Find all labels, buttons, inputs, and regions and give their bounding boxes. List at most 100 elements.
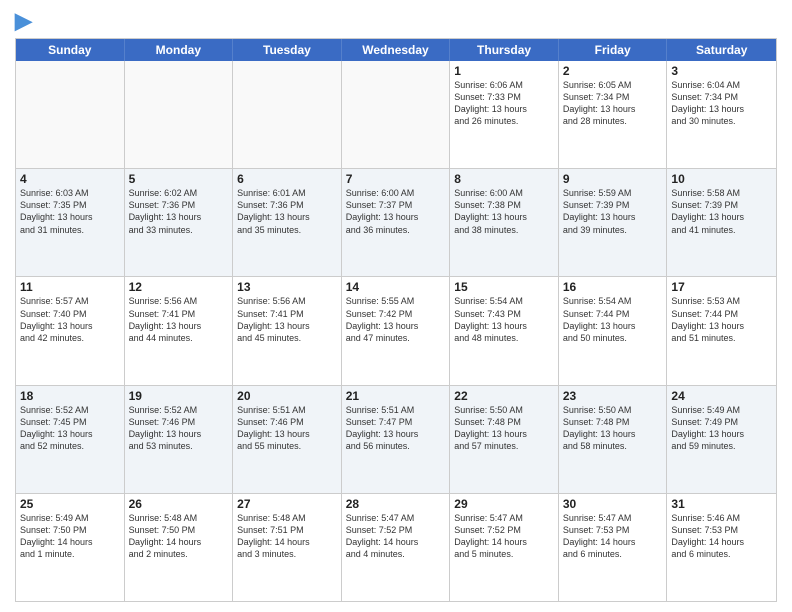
calendar-cell: 24Sunrise: 5:49 AM Sunset: 7:49 PM Dayli… xyxy=(667,386,776,493)
day-number: 20 xyxy=(237,389,337,403)
calendar-cell xyxy=(342,61,451,168)
calendar-cell: 23Sunrise: 5:50 AM Sunset: 7:48 PM Dayli… xyxy=(559,386,668,493)
weekday-header: Friday xyxy=(559,39,668,61)
day-info: Sunrise: 5:47 AM Sunset: 7:53 PM Dayligh… xyxy=(563,512,663,561)
day-number: 1 xyxy=(454,64,554,78)
calendar-cell: 14Sunrise: 5:55 AM Sunset: 7:42 PM Dayli… xyxy=(342,277,451,384)
calendar-row: 18Sunrise: 5:52 AM Sunset: 7:45 PM Dayli… xyxy=(16,385,776,493)
day-info: Sunrise: 6:06 AM Sunset: 7:33 PM Dayligh… xyxy=(454,79,554,128)
day-number: 28 xyxy=(346,497,446,511)
calendar-cell: 15Sunrise: 5:54 AM Sunset: 7:43 PM Dayli… xyxy=(450,277,559,384)
day-info: Sunrise: 5:53 AM Sunset: 7:44 PM Dayligh… xyxy=(671,295,772,344)
day-info: Sunrise: 5:50 AM Sunset: 7:48 PM Dayligh… xyxy=(563,404,663,453)
day-number: 18 xyxy=(20,389,120,403)
day-number: 9 xyxy=(563,172,663,186)
calendar-cell: 26Sunrise: 5:48 AM Sunset: 7:50 PM Dayli… xyxy=(125,494,234,601)
day-number: 5 xyxy=(129,172,229,186)
day-number: 14 xyxy=(346,280,446,294)
day-number: 27 xyxy=(237,497,337,511)
calendar-row: 11Sunrise: 5:57 AM Sunset: 7:40 PM Dayli… xyxy=(16,276,776,384)
calendar-cell: 9Sunrise: 5:59 AM Sunset: 7:39 PM Daylig… xyxy=(559,169,668,276)
day-info: Sunrise: 5:48 AM Sunset: 7:50 PM Dayligh… xyxy=(129,512,229,561)
day-info: Sunrise: 6:00 AM Sunset: 7:38 PM Dayligh… xyxy=(454,187,554,236)
day-info: Sunrise: 6:03 AM Sunset: 7:35 PM Dayligh… xyxy=(20,187,120,236)
day-info: Sunrise: 5:57 AM Sunset: 7:40 PM Dayligh… xyxy=(20,295,120,344)
day-info: Sunrise: 5:52 AM Sunset: 7:45 PM Dayligh… xyxy=(20,404,120,453)
day-number: 29 xyxy=(454,497,554,511)
calendar-cell: 29Sunrise: 5:47 AM Sunset: 7:52 PM Dayli… xyxy=(450,494,559,601)
day-info: Sunrise: 5:49 AM Sunset: 7:49 PM Dayligh… xyxy=(671,404,772,453)
page: ▶ SundayMondayTuesdayWednesdayThursdayFr… xyxy=(0,0,792,612)
calendar: SundayMondayTuesdayWednesdayThursdayFrid… xyxy=(15,38,777,602)
day-number: 24 xyxy=(671,389,772,403)
weekday-header: Thursday xyxy=(450,39,559,61)
calendar-cell xyxy=(16,61,125,168)
day-info: Sunrise: 5:54 AM Sunset: 7:43 PM Dayligh… xyxy=(454,295,554,344)
day-number: 21 xyxy=(346,389,446,403)
calendar-cell: 21Sunrise: 5:51 AM Sunset: 7:47 PM Dayli… xyxy=(342,386,451,493)
day-info: Sunrise: 5:56 AM Sunset: 7:41 PM Dayligh… xyxy=(237,295,337,344)
calendar-cell xyxy=(233,61,342,168)
calendar-cell: 16Sunrise: 5:54 AM Sunset: 7:44 PM Dayli… xyxy=(559,277,668,384)
day-info: Sunrise: 5:47 AM Sunset: 7:52 PM Dayligh… xyxy=(346,512,446,561)
day-info: Sunrise: 5:58 AM Sunset: 7:39 PM Dayligh… xyxy=(671,187,772,236)
calendar-cell: 19Sunrise: 5:52 AM Sunset: 7:46 PM Dayli… xyxy=(125,386,234,493)
day-number: 25 xyxy=(20,497,120,511)
day-number: 31 xyxy=(671,497,772,511)
day-number: 2 xyxy=(563,64,663,78)
day-number: 11 xyxy=(20,280,120,294)
calendar-cell: 22Sunrise: 5:50 AM Sunset: 7:48 PM Dayli… xyxy=(450,386,559,493)
weekday-header: Saturday xyxy=(667,39,776,61)
day-info: Sunrise: 6:04 AM Sunset: 7:34 PM Dayligh… xyxy=(671,79,772,128)
calendar-cell: 28Sunrise: 5:47 AM Sunset: 7:52 PM Dayli… xyxy=(342,494,451,601)
day-number: 19 xyxy=(129,389,229,403)
calendar-cell: 8Sunrise: 6:00 AM Sunset: 7:38 PM Daylig… xyxy=(450,169,559,276)
logo-text: ▶ xyxy=(15,10,32,32)
calendar-row: 1Sunrise: 6:06 AM Sunset: 7:33 PM Daylig… xyxy=(16,61,776,168)
calendar-row: 25Sunrise: 5:49 AM Sunset: 7:50 PM Dayli… xyxy=(16,493,776,601)
day-info: Sunrise: 6:05 AM Sunset: 7:34 PM Dayligh… xyxy=(563,79,663,128)
calendar-cell: 20Sunrise: 5:51 AM Sunset: 7:46 PM Dayli… xyxy=(233,386,342,493)
day-number: 8 xyxy=(454,172,554,186)
day-number: 26 xyxy=(129,497,229,511)
day-info: Sunrise: 5:51 AM Sunset: 7:46 PM Dayligh… xyxy=(237,404,337,453)
calendar-cell: 27Sunrise: 5:48 AM Sunset: 7:51 PM Dayli… xyxy=(233,494,342,601)
calendar-cell: 17Sunrise: 5:53 AM Sunset: 7:44 PM Dayli… xyxy=(667,277,776,384)
day-info: Sunrise: 5:50 AM Sunset: 7:48 PM Dayligh… xyxy=(454,404,554,453)
day-info: Sunrise: 6:02 AM Sunset: 7:36 PM Dayligh… xyxy=(129,187,229,236)
day-info: Sunrise: 5:49 AM Sunset: 7:50 PM Dayligh… xyxy=(20,512,120,561)
day-number: 16 xyxy=(563,280,663,294)
calendar-body: 1Sunrise: 6:06 AM Sunset: 7:33 PM Daylig… xyxy=(16,61,776,601)
calendar-cell: 7Sunrise: 6:00 AM Sunset: 7:37 PM Daylig… xyxy=(342,169,451,276)
calendar-cell: 6Sunrise: 6:01 AM Sunset: 7:36 PM Daylig… xyxy=(233,169,342,276)
calendar-cell: 2Sunrise: 6:05 AM Sunset: 7:34 PM Daylig… xyxy=(559,61,668,168)
day-info: Sunrise: 5:51 AM Sunset: 7:47 PM Dayligh… xyxy=(346,404,446,453)
calendar-cell: 11Sunrise: 5:57 AM Sunset: 7:40 PM Dayli… xyxy=(16,277,125,384)
logo: ▶ xyxy=(15,10,32,32)
day-number: 30 xyxy=(563,497,663,511)
day-info: Sunrise: 6:01 AM Sunset: 7:36 PM Dayligh… xyxy=(237,187,337,236)
day-number: 15 xyxy=(454,280,554,294)
day-number: 22 xyxy=(454,389,554,403)
day-info: Sunrise: 5:48 AM Sunset: 7:51 PM Dayligh… xyxy=(237,512,337,561)
header: ▶ xyxy=(15,10,777,32)
day-info: Sunrise: 5:55 AM Sunset: 7:42 PM Dayligh… xyxy=(346,295,446,344)
calendar-cell: 3Sunrise: 6:04 AM Sunset: 7:34 PM Daylig… xyxy=(667,61,776,168)
calendar-cell xyxy=(125,61,234,168)
calendar-cell: 18Sunrise: 5:52 AM Sunset: 7:45 PM Dayli… xyxy=(16,386,125,493)
day-info: Sunrise: 6:00 AM Sunset: 7:37 PM Dayligh… xyxy=(346,187,446,236)
day-info: Sunrise: 5:56 AM Sunset: 7:41 PM Dayligh… xyxy=(129,295,229,344)
calendar-cell: 5Sunrise: 6:02 AM Sunset: 7:36 PM Daylig… xyxy=(125,169,234,276)
calendar-row: 4Sunrise: 6:03 AM Sunset: 7:35 PM Daylig… xyxy=(16,168,776,276)
day-number: 7 xyxy=(346,172,446,186)
calendar-cell: 12Sunrise: 5:56 AM Sunset: 7:41 PM Dayli… xyxy=(125,277,234,384)
day-number: 12 xyxy=(129,280,229,294)
day-number: 6 xyxy=(237,172,337,186)
day-number: 3 xyxy=(671,64,772,78)
day-info: Sunrise: 5:46 AM Sunset: 7:53 PM Dayligh… xyxy=(671,512,772,561)
day-number: 17 xyxy=(671,280,772,294)
weekday-header: Sunday xyxy=(16,39,125,61)
day-number: 23 xyxy=(563,389,663,403)
calendar-cell: 10Sunrise: 5:58 AM Sunset: 7:39 PM Dayli… xyxy=(667,169,776,276)
weekday-header: Wednesday xyxy=(342,39,451,61)
